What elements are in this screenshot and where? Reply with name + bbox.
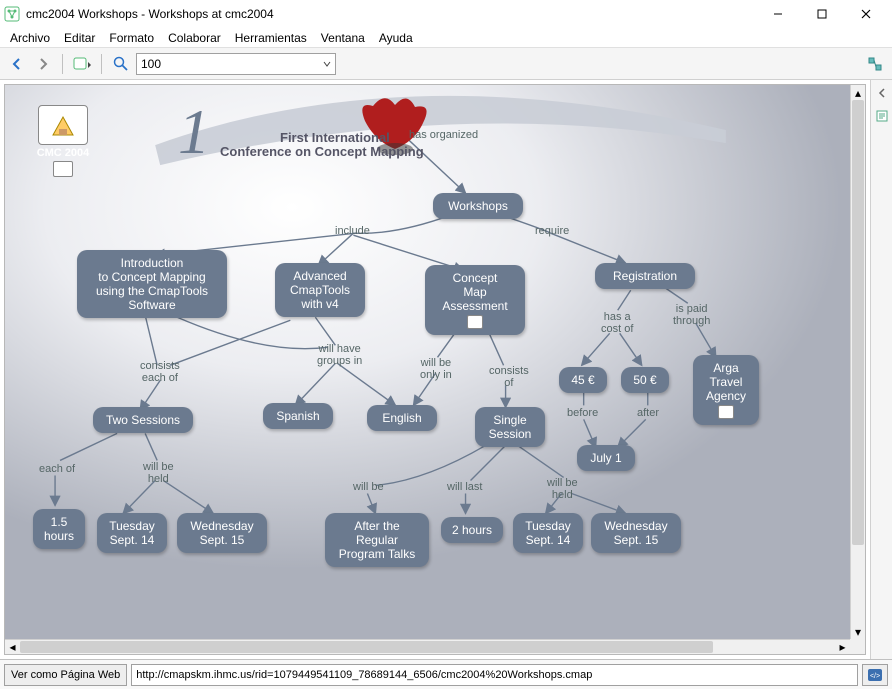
node-single-session[interactable]: Single Session [475,407,545,447]
scrollbar-thumb[interactable] [852,100,864,545]
minimize-button[interactable] [756,0,800,28]
node-arga[interactable]: Arga Travel Agency [693,355,759,425]
window-title: cmc2004 Workshops - Workshops at cmc2004 [26,7,756,21]
zoom-icon [110,53,132,75]
scroll-down-icon[interactable]: ▾ [851,624,865,639]
node-intro[interactable]: Introduction to Concept Mapping using th… [77,250,227,318]
shelf-note-icon[interactable] [875,109,889,126]
toolbar: 100 [0,48,892,80]
menu-archivo[interactable]: Archivo [4,29,56,47]
link-has-organized: has organized [409,129,478,141]
menu-herramientas[interactable]: Herramientas [229,29,313,47]
link-will-have-groups: will have groups in [317,343,362,367]
scroll-left-icon[interactable]: ◂ [5,640,20,654]
link-only-in: will be only in [420,357,452,381]
link-consists-each-of: consists each of [140,360,180,384]
node-assessment[interactable]: Concept Map Assessment [425,265,525,335]
link-will-be-held-a: will be held [143,461,174,485]
menu-ayuda[interactable]: Ayuda [373,29,419,47]
attachment-icon[interactable] [718,405,734,419]
scrollbar-corner [850,639,865,654]
link-include: include [335,225,370,237]
node-wed15a[interactable]: Wednesday Sept. 15 [177,513,267,553]
node-wed15b[interactable]: Wednesday Sept. 15 [591,513,681,553]
node-after-talks[interactable]: After the Regular Program Talks [325,513,429,567]
node-45[interactable]: 45 € [559,367,607,393]
shelf-expand-icon[interactable] [875,86,889,103]
attachment-icon[interactable] [467,315,483,329]
zoom-select[interactable]: 100 [136,53,336,75]
maximize-button[interactable] [800,0,844,28]
scroll-up-icon[interactable]: ▴ [851,85,865,100]
menu-editar[interactable]: Editar [58,29,101,47]
main-area: CMC 2004 1 First International Conferenc… [0,80,892,659]
chevron-down-icon [323,60,331,68]
attachment-icon[interactable] [53,161,73,177]
menu-formato[interactable]: Formato [103,29,160,47]
svg-text:</>: </> [870,673,880,680]
menu-colaborar[interactable]: Colaborar [162,29,227,47]
node-july1[interactable]: July 1 [577,445,635,471]
node-1-5-hours[interactable]: 1.5 hours [33,509,85,549]
file-shortcut[interactable]: CMC 2004 [33,105,93,177]
link-before: before [567,407,598,419]
node-50[interactable]: 50 € [621,367,669,393]
node-registration[interactable]: Registration [595,263,695,289]
node-advanced[interactable]: Advanced CmapTools with v4 [275,263,365,317]
node-spanish[interactable]: Spanish [263,403,333,429]
app-icon [4,6,20,22]
zoom-value: 100 [141,57,161,71]
view-mode-button[interactable] [71,53,93,75]
link-will-be: will be [353,481,384,493]
link-each-of: each of [39,463,75,475]
vertical-scrollbar[interactable]: ▴ ▾ [850,85,865,639]
url-field[interactable]: http://cmapskm.ihmc.us/rid=1079449541109… [131,664,858,686]
link-consists-of: consists of [489,365,529,389]
tool-right-icon[interactable] [864,53,886,75]
view-as-web-button[interactable]: Ver como Página Web [4,664,127,686]
link-has-cost: has a cost of [601,311,633,335]
link-will-be-held-b: will be held [547,477,578,501]
scrollbar-thumb[interactable] [20,641,713,653]
horizontal-scrollbar[interactable]: ◂ ▸ [5,639,850,654]
node-english[interactable]: English [367,405,437,431]
node-2hours[interactable]: 2 hours [441,517,503,543]
nav-back-button[interactable] [6,53,28,75]
right-shelf [870,80,892,659]
titlebar: cmc2004 Workshops - Workshops at cmc2004 [0,0,892,28]
statusbar: Ver como Página Web http://cmapskm.ihmc.… [0,659,892,689]
concept-map-canvas[interactable]: CMC 2004 1 First International Conferenc… [5,85,850,639]
node-tue14a[interactable]: Tuesday Sept. 14 [97,513,167,553]
menu-ventana[interactable]: Ventana [315,29,371,47]
node-tue14b[interactable]: Tuesday Sept. 14 [513,513,583,553]
node-workshops[interactable]: Workshops [433,193,523,219]
scroll-right-icon[interactable]: ▸ [835,640,850,654]
node-two-sessions[interactable]: Two Sessions [93,407,193,433]
menubar: Archivo Editar Formato Colaborar Herrami… [0,28,892,48]
link-require: require [535,225,569,237]
link-will-last: will last [447,481,482,493]
link-after: after [637,407,659,419]
file-caption: CMC 2004 [33,147,93,159]
link-paid-through: is paid through [673,303,710,327]
canvas-wrap: CMC 2004 1 First International Conferenc… [4,84,866,655]
nav-forward-button[interactable] [32,53,54,75]
source-view-button[interactable]: </> [862,664,888,686]
close-button[interactable] [844,0,888,28]
